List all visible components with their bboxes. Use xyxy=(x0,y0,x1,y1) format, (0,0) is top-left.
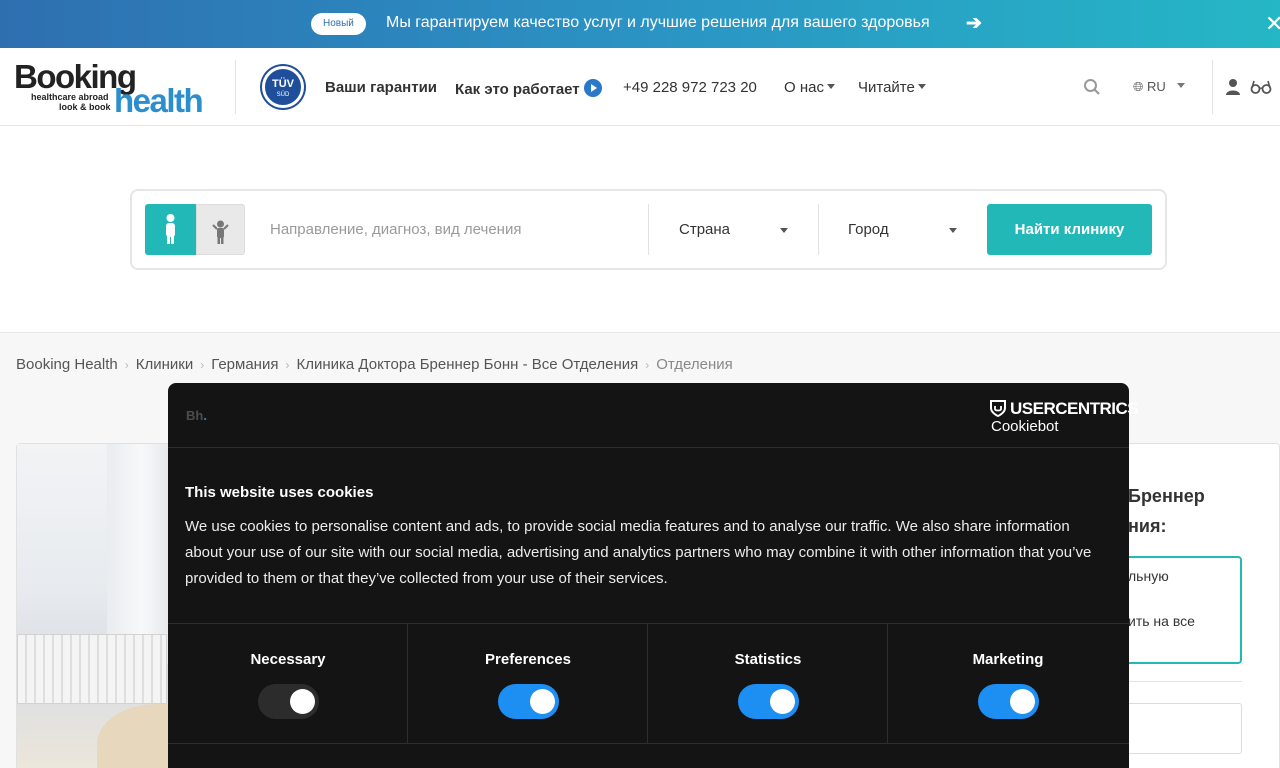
play-icon xyxy=(583,79,602,97)
divider xyxy=(168,447,1129,448)
shield-icon xyxy=(990,400,1006,417)
chevron-right-icon: › xyxy=(285,358,290,372)
breadcrumb-current: Отделения xyxy=(656,356,733,373)
nav-phone[interactable]: +49 228 972 723 20 xyxy=(623,79,757,96)
category-preferences-label: Preferences xyxy=(485,651,571,668)
breadcrumb-germany[interactable]: Германия xyxy=(211,356,278,373)
chevron-down-icon xyxy=(917,84,926,89)
language-label: RU xyxy=(1147,79,1166,94)
breadcrumb: Booking Health › Клиники › Германия › Клиника … xyxy=(16,356,733,373)
patient-child-toggle[interactable] xyxy=(196,204,245,255)
arrow-right-icon[interactable]: ➔ xyxy=(966,12,982,35)
category-statistics-label: Statistics xyxy=(734,651,802,668)
category-marketing: Marketing xyxy=(888,624,1128,744)
tuv-sublabel: SÜD xyxy=(276,92,290,98)
city-select[interactable]: Город xyxy=(830,204,980,255)
diagnosis-search-input[interactable] xyxy=(256,204,646,255)
photo-radiator xyxy=(17,634,167,704)
site-header: Booking healthcare abroad look & book he… xyxy=(0,48,1280,126)
site-brand-logo: Bh. xyxy=(186,408,207,423)
sidebar-title: Бреннер xyxy=(1128,486,1205,506)
new-badge: Новый xyxy=(311,13,366,35)
category-marketing-label: Marketing xyxy=(972,651,1044,668)
statistics-toggle[interactable] xyxy=(738,684,799,719)
city-select-label: Город xyxy=(848,221,889,238)
announcement-bar[interactable]: Новый Мы гарантируем качество услуг и лу… xyxy=(0,0,1280,48)
chevron-down-icon xyxy=(1177,83,1186,88)
sidebar-input[interactable] xyxy=(1118,703,1242,754)
announcement-message[interactable]: Мы гарантируем качество услуг и лучшие р… xyxy=(386,14,930,32)
divider xyxy=(168,743,1129,744)
child-icon xyxy=(212,220,229,244)
tuv-badge-icon[interactable]: TÜV SÜD xyxy=(262,66,304,108)
cookie-title: This website uses cookies xyxy=(185,484,374,501)
chevron-right-icon: › xyxy=(645,358,650,372)
glasses-icon[interactable] xyxy=(1250,79,1272,95)
user-icon[interactable] xyxy=(1224,78,1242,96)
provider-product: Cookiebot xyxy=(991,418,1059,435)
close-icon[interactable]: ✕ xyxy=(1265,11,1280,37)
adult-icon xyxy=(166,214,175,244)
chevron-down-icon xyxy=(826,84,835,89)
category-statistics: Statistics xyxy=(648,624,888,744)
nav-about-label: О нас xyxy=(784,79,824,96)
brand-text: Bh xyxy=(186,408,204,423)
photo-bed xyxy=(97,704,177,768)
sidebar-option-1[interactable]: льную xyxy=(1128,568,1169,584)
nav-how-it-works-label: Как это работает xyxy=(455,81,580,98)
logo-tagline-2: look & book xyxy=(59,102,111,112)
photo-curtain xyxy=(107,444,177,664)
category-necessary: Necessary xyxy=(168,624,408,744)
nav-about[interactable]: О нас xyxy=(784,79,835,96)
toggle-knob xyxy=(290,689,315,714)
cookie-description: We use cookies to personalise content an… xyxy=(185,518,1092,587)
country-select-label: Страна xyxy=(679,221,731,238)
necessary-toggle xyxy=(258,684,319,719)
divider xyxy=(1118,681,1242,682)
toggle-knob xyxy=(1010,689,1035,714)
chevron-down-icon xyxy=(780,228,788,233)
search-icon[interactable] xyxy=(1083,78,1101,96)
nav-read-label: Читайте xyxy=(858,79,915,96)
tuv-label: TÜV xyxy=(272,78,294,90)
find-clinic-button[interactable]: Найти клинику xyxy=(987,204,1152,255)
category-preferences: Preferences xyxy=(408,624,648,744)
chevron-right-icon: › xyxy=(200,358,205,372)
language-selector[interactable]: 🌐︎ RU xyxy=(1133,79,1186,95)
nav-guarantees[interactable]: Ваши гарантии xyxy=(325,79,437,96)
chevron-right-icon: › xyxy=(124,358,129,372)
category-necessary-label: Necessary xyxy=(250,651,326,668)
brand-dot: . xyxy=(203,408,207,423)
globe-icon: 🌐︎ xyxy=(1133,79,1144,94)
logo-tagline: healthcare abroad xyxy=(31,92,109,102)
divider xyxy=(1212,60,1213,114)
divider xyxy=(818,204,819,255)
breadcrumb-clinic[interactable]: Клиника Доктора Бреннер Бонн - Все Отдел… xyxy=(296,356,638,373)
toggle-knob xyxy=(530,689,555,714)
toggle-knob xyxy=(770,689,795,714)
divider xyxy=(648,204,649,255)
cookie-consent-dialog: Bh. USERCENTRICS Cookiebot This website … xyxy=(168,383,1139,768)
breadcrumb-home[interactable]: Booking Health xyxy=(16,356,118,373)
logo-word-health: health xyxy=(114,82,204,119)
booking-health-logo[interactable]: Booking healthcare abroad look & book he… xyxy=(14,58,214,119)
usercentrics-cookiebot-logo[interactable]: USERCENTRICS Cookiebot xyxy=(990,397,1139,437)
country-select[interactable]: Страна xyxy=(660,204,810,255)
clinic-room-photo xyxy=(17,444,177,768)
divider xyxy=(235,60,236,114)
sidebar-title-2: ния: xyxy=(1128,516,1167,536)
breadcrumb-clinics[interactable]: Клиники xyxy=(136,356,193,373)
provider-name: USERCENTRICS xyxy=(1010,399,1139,418)
marketing-toggle[interactable] xyxy=(978,684,1039,719)
nav-read[interactable]: Читайте xyxy=(858,79,926,96)
preferences-toggle[interactable] xyxy=(498,684,559,719)
chevron-down-icon xyxy=(949,228,957,233)
patient-adult-toggle[interactable] xyxy=(145,204,196,255)
nav-how-it-works[interactable]: Как это работает xyxy=(455,79,602,98)
sidebar-option-2[interactable]: ить на все xyxy=(1128,613,1195,629)
